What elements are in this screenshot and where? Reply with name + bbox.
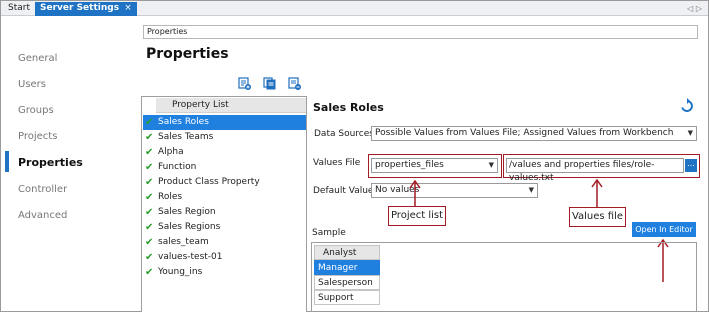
list-item: Analyst	[314, 245, 380, 260]
list-item[interactable]: Manager	[314, 260, 380, 275]
open-in-editor-button[interactable]: Open In Editor	[632, 222, 696, 237]
sample-panel: Analyst Manager Salesperson Support	[311, 242, 697, 312]
list-item[interactable]: Support	[314, 290, 380, 305]
sample-label: Sample	[312, 228, 346, 238]
list-item[interactable]: Salesperson	[314, 275, 380, 290]
